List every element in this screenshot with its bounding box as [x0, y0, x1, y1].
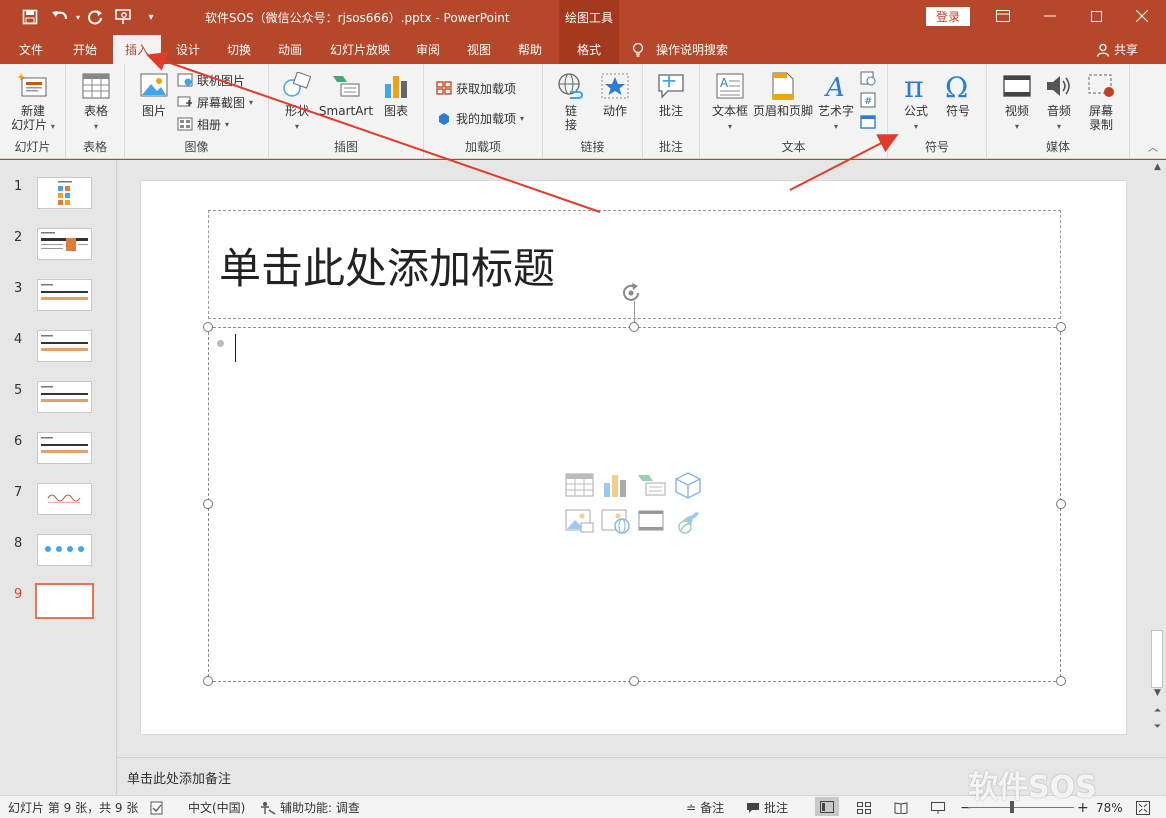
zoom-level[interactable]: 78%: [1096, 799, 1123, 816]
slide-sorter-icon[interactable]: [857, 799, 871, 816]
language-status[interactable]: 中文(中国): [188, 799, 245, 816]
arrow-to-equation: [789, 134, 899, 191]
accessibility-label: 辅助功能: 调查: [280, 801, 360, 815]
notes-icon: ≐: [686, 800, 697, 815]
annotation-arrows: [146, 51, 899, 213]
slideshow-view-icon[interactable]: [931, 799, 945, 816]
notes-toggle-button[interactable]: ≐ 备注: [686, 799, 724, 816]
accessibility-status[interactable]: 辅助功能: 调查: [260, 799, 360, 816]
reading-view-icon[interactable]: [894, 799, 908, 816]
powerpoint-window: ▾ ▾ 软件SOS（微信公众号：rjsos666）.pptx - PowerPo…: [0, 0, 1166, 818]
notes-label: 备注: [700, 801, 725, 815]
comments-icon: [746, 802, 760, 814]
accessibility-icon: [260, 801, 276, 815]
comments-label: 批注: [764, 801, 789, 815]
comments-toggle-button[interactable]: 批注: [746, 799, 788, 816]
zoom-slider-track[interactable]: [968, 807, 1074, 808]
fit-slide-icon[interactable]: [1136, 799, 1150, 816]
spelling-icon[interactable]: [150, 799, 164, 816]
normal-view-icon[interactable]: [815, 797, 839, 816]
slide-count-status: 幻灯片 第 9 张，共 9 张: [8, 801, 139, 815]
watermark-text: 软件SOS: [968, 770, 1097, 805]
arrow-to-insert-tab: [146, 51, 601, 213]
